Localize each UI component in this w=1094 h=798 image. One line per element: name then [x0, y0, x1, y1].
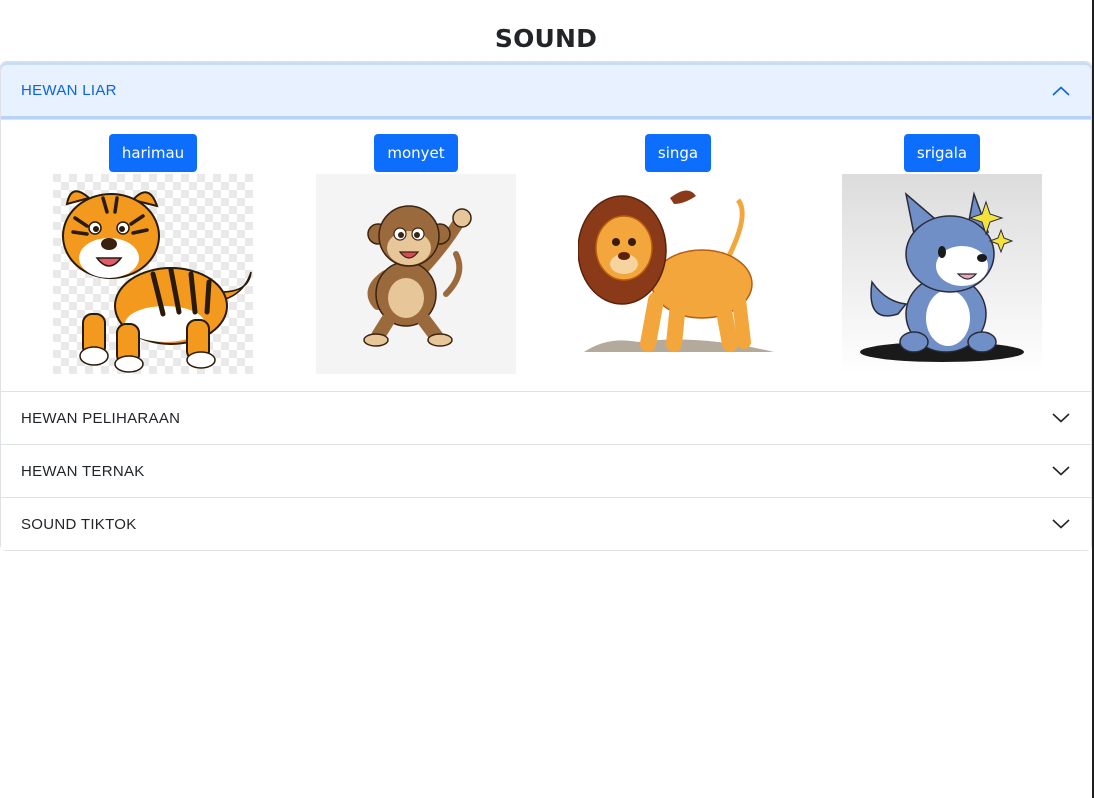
chevron-down-icon [1052, 519, 1070, 529]
singa-sound-button[interactable]: singa [644, 134, 712, 172]
accordion-header-label: SOUND TIKTOK [21, 515, 137, 533]
animal-card-harimau: harimau [53, 134, 253, 374]
accordion-body-hewan-liar: harimau monyet singa srigala [1, 119, 1091, 391]
sound-accordion: HEWAN LIAR harimau monyet singa srigala … [0, 61, 1092, 551]
accordion-item-hewan-liar: HEWAN LIAR harimau monyet singa srigala [1, 62, 1091, 391]
animal-card-srigala: srigala [842, 134, 1042, 374]
accordion-item-sound-tiktok: SOUND TIKTOK [1, 497, 1091, 550]
monyet-sound-button[interactable]: monyet [374, 134, 458, 172]
accordion-header-label: HEWAN PELIHARAAN [21, 409, 181, 427]
accordion-header-label: HEWAN TERNAK [21, 462, 145, 480]
monkey-image [316, 174, 516, 374]
chevron-up-icon [1052, 85, 1070, 96]
chevron-down-icon [1052, 466, 1070, 476]
accordion-header-label: HEWAN LIAR [21, 82, 117, 99]
accordion-header-hewan-liar[interactable]: HEWAN LIAR [1, 62, 1091, 119]
lion-image [578, 174, 778, 374]
srigala-sound-button[interactable]: srigala [903, 134, 981, 172]
accordion-header-hewan-ternak[interactable]: HEWAN TERNAK [1, 444, 1091, 497]
accordion-header-hewan-peliharaan[interactable]: HEWAN PELIHARAAN [1, 391, 1091, 444]
animal-card-monyet: monyet [316, 134, 516, 374]
accordion-item-hewan-ternak: HEWAN TERNAK [1, 444, 1091, 497]
tiger-image [53, 174, 253, 374]
harimau-sound-button[interactable]: harimau [108, 134, 198, 172]
page-title: SOUND [494, 24, 598, 53]
accordion-header-sound-tiktok[interactable]: SOUND TIKTOK [1, 497, 1091, 550]
accordion-item-hewan-peliharaan: HEWAN PELIHARAAN [1, 391, 1091, 444]
animal-card-singa: singa [578, 134, 778, 374]
chevron-down-icon [1052, 413, 1070, 423]
wolf-image [842, 174, 1042, 374]
